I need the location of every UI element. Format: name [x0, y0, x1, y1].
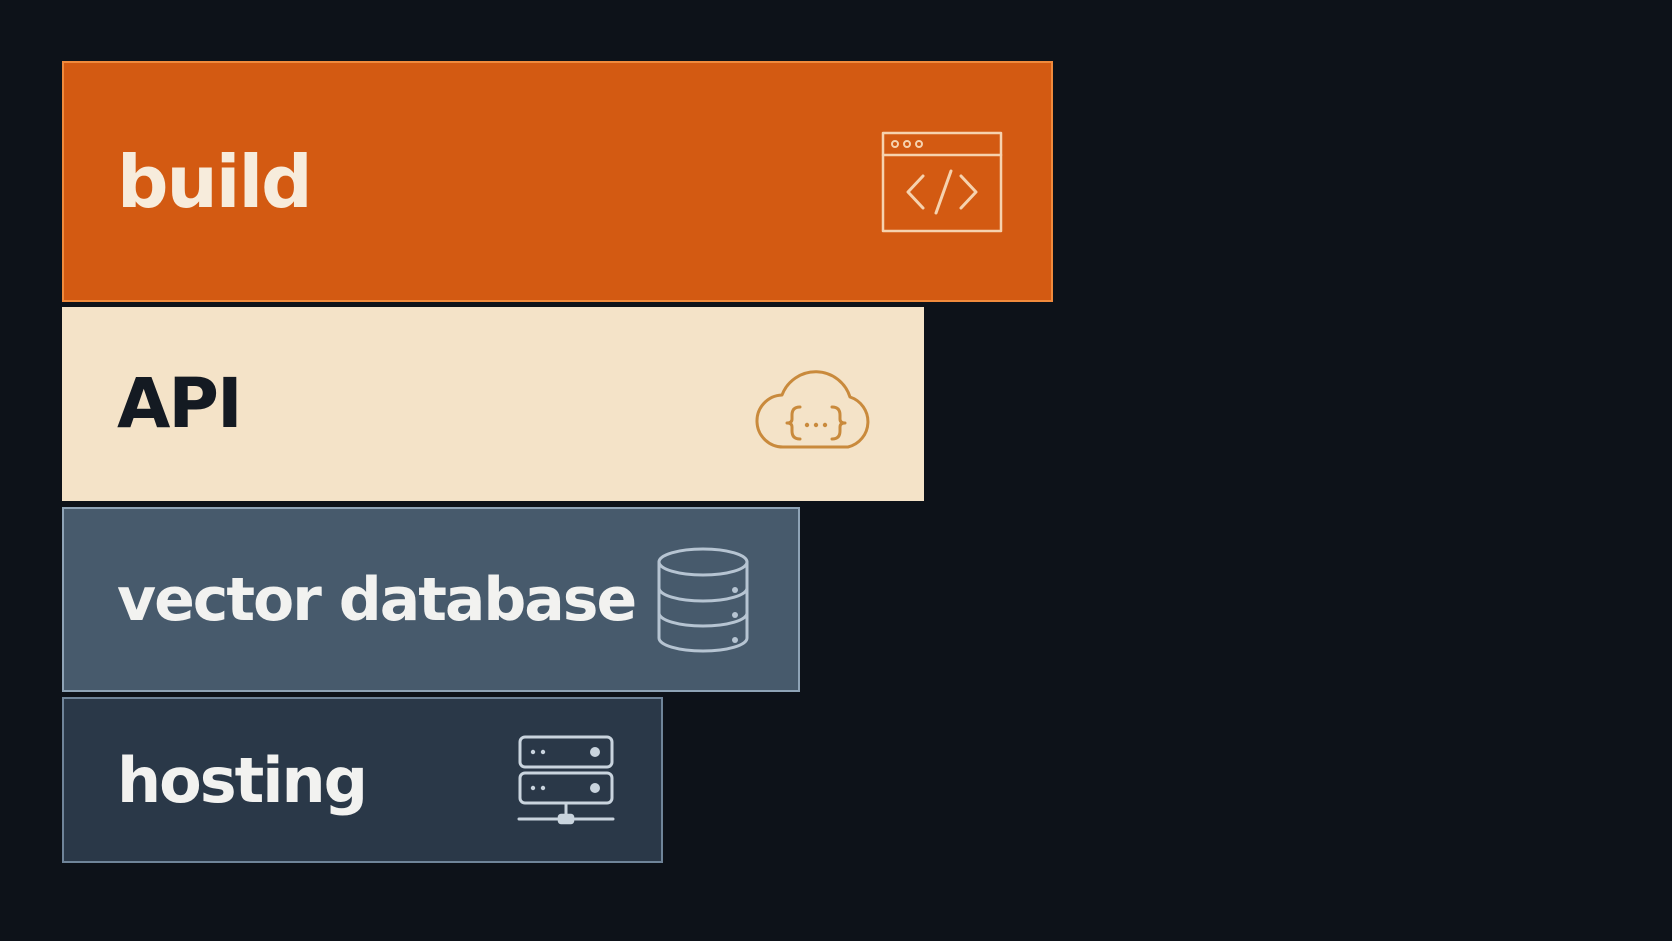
layer-hosting: hosting [62, 697, 663, 863]
layer-hosting-label: hosting [117, 743, 368, 817]
code-window-icon [881, 131, 1003, 232]
server-network-icon [517, 735, 615, 825]
layer-api-label: API [117, 364, 243, 444]
layer-vector-database: vector database [62, 507, 800, 692]
database-icon [657, 547, 749, 652]
layer-build-label: build [117, 139, 313, 224]
layer-api: API [62, 307, 924, 501]
layer-build: build [62, 61, 1053, 302]
layer-vector-database-label: vector database [117, 564, 637, 635]
cloud-braces-icon [755, 370, 870, 449]
